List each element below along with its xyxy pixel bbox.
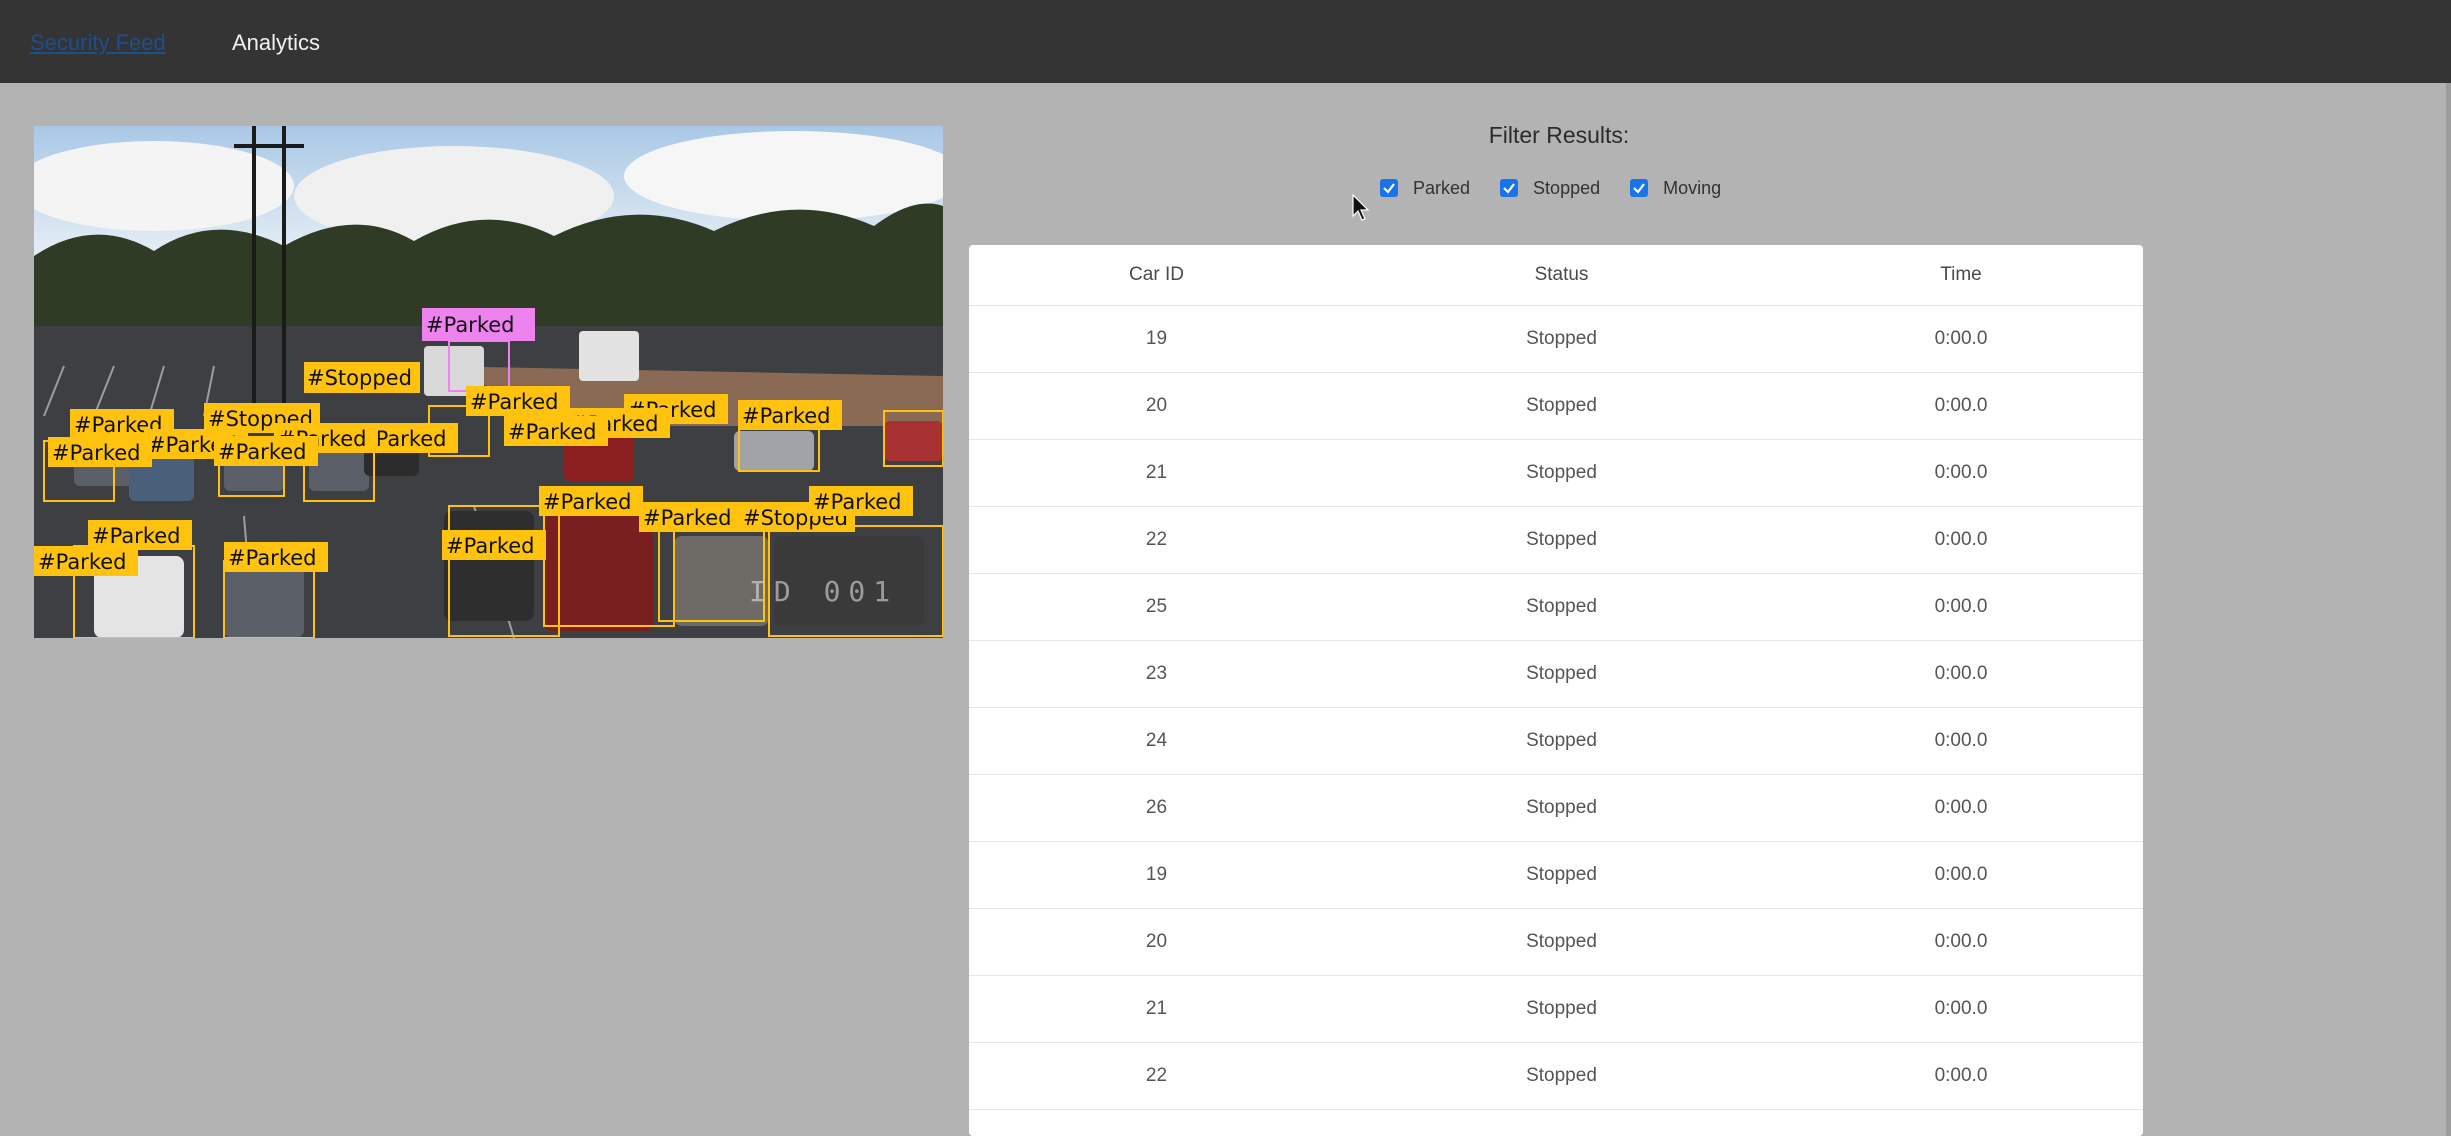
feed-label: #Parked (218, 440, 306, 464)
cell-time: 0:00.0 (1779, 506, 2143, 574)
cell-car-id: 23 (969, 640, 1344, 708)
feed-label: #Parked (426, 313, 514, 337)
cell-status: Stopped (1344, 506, 1779, 574)
table-row: 20 Stopped 0:00.0 (969, 372, 2143, 440)
filter-options: Parked Stopped Moving (1380, 176, 1751, 200)
cell-status: Stopped (1344, 908, 1779, 976)
results-table: Car ID Status Time 19 Stopped 0:00.0 20 … (969, 245, 2143, 1110)
feed-label: #Parked (92, 524, 180, 548)
filter-parked[interactable]: Parked (1380, 178, 1470, 199)
mouse-cursor-icon (1352, 194, 1370, 221)
top-nav-bar: Security Feed Analytics (0, 0, 2451, 83)
feed-label: #Parked (52, 441, 140, 465)
cell-time: 0:00.0 (1779, 774, 2143, 842)
table-row: 25 Stopped 0:00.0 (969, 573, 2143, 641)
table-row: 24 Stopped 0:00.0 (969, 707, 2143, 775)
cell-time: 0:00.0 (1779, 305, 2143, 373)
feed-label: #Parked (470, 390, 558, 414)
cell-time: 0:00.0 (1779, 372, 2143, 440)
cell-time: 0:00.0 (1779, 908, 2143, 976)
cell-status: Stopped (1344, 573, 1779, 641)
table-row: 23 Stopped 0:00.0 (969, 640, 2143, 708)
table-row: 26 Stopped 0:00.0 (969, 774, 2143, 842)
column-header-status[interactable]: Status (1344, 245, 1779, 306)
cell-car-id: 24 (969, 707, 1344, 775)
cell-car-id: 22 (969, 506, 1344, 574)
cell-status: Stopped (1344, 305, 1779, 373)
checkbox-checked-icon[interactable] (1630, 179, 1649, 197)
results-table-card: Car ID Status Time 19 Stopped 0:00.0 20 … (969, 245, 2143, 1136)
feed-label: #Stopped (307, 366, 412, 390)
cell-status: Stopped (1344, 707, 1779, 775)
table-row: 19 Stopped 0:00.0 (969, 841, 2143, 909)
cell-car-id: 19 (969, 305, 1344, 373)
filter-moving-label: Moving (1663, 177, 1722, 198)
cell-time: 0:00.0 (1779, 841, 2143, 909)
cell-car-id: 20 (969, 372, 1344, 440)
nav-link-security-feed[interactable]: Security Feed (30, 29, 166, 57)
feed-label: #Parked (446, 534, 534, 558)
table-header-row: Car ID Status Time (969, 245, 2143, 306)
feed-label: #Parked (543, 490, 631, 514)
cell-time: 0:00.0 (1779, 707, 2143, 775)
security-camera-feed: #Parked #Stopped #Parked #Parked #Parked… (34, 126, 943, 638)
cell-car-id: 21 (969, 975, 1344, 1043)
column-header-car-id[interactable]: Car ID (969, 245, 1344, 306)
cell-car-id: 21 (969, 439, 1344, 507)
feed-label: #Parked (813, 490, 901, 514)
checkbox-checked-icon[interactable] (1380, 179, 1398, 197)
cell-time: 0:00.0 (1779, 573, 2143, 641)
cell-car-id: 26 (969, 774, 1344, 842)
table-row: 22 Stopped 0:00.0 (969, 506, 2143, 574)
feed-label: #Parked (38, 550, 126, 574)
filter-stopped-label: Stopped (1533, 177, 1601, 198)
cell-time: 0:00.0 (1779, 640, 2143, 708)
feed-label: #Parked (643, 506, 731, 530)
cell-status: Stopped (1344, 774, 1779, 842)
cell-status: Stopped (1344, 640, 1779, 708)
cell-status: Stopped (1344, 841, 1779, 909)
parking-lot-video-frame: #Parked #Stopped #Parked #Parked #Parked… (34, 126, 943, 638)
filter-parked-label: Parked (1413, 177, 1471, 198)
cell-status: Stopped (1344, 439, 1779, 507)
column-header-time[interactable]: Time (1779, 245, 2143, 306)
filter-title: Filter Results: (1488, 122, 1630, 148)
cell-car-id: 20 (969, 908, 1344, 976)
feed-overlay-id: ID 001 (749, 575, 898, 608)
checkbox-checked-icon[interactable] (1500, 179, 1519, 197)
nav-link-analytics[interactable]: Analytics (232, 29, 320, 57)
cell-time: 0:00.0 (1779, 1042, 2143, 1110)
cell-time: 0:00.0 (1779, 439, 2143, 507)
feed-label: #Parked (742, 404, 830, 428)
cell-status: Stopped (1344, 372, 1779, 440)
table-row: 21 Stopped 0:00.0 (969, 439, 2143, 507)
page-scrollbar[interactable] (2446, 83, 2451, 1136)
cell-status: Stopped (1344, 975, 1779, 1043)
feed-label: #Parked (228, 546, 316, 570)
cell-status: Stopped (1344, 1042, 1779, 1110)
table-row: 21 Stopped 0:00.0 (969, 975, 2143, 1043)
cell-car-id: 22 (969, 1042, 1344, 1110)
cell-car-id: 19 (969, 841, 1344, 909)
table-row: 20 Stopped 0:00.0 (969, 908, 2143, 976)
table-row: 19 Stopped 0:00.0 (969, 305, 2143, 373)
table-row: 22 Stopped 0:00.0 (969, 1042, 2143, 1110)
filter-moving[interactable]: Moving (1630, 178, 1721, 199)
cell-car-id: 25 (969, 573, 1344, 641)
filter-stopped[interactable]: Stopped (1500, 178, 1600, 199)
feed-label: #Parked (508, 420, 596, 444)
cell-time: 0:00.0 (1779, 975, 2143, 1043)
